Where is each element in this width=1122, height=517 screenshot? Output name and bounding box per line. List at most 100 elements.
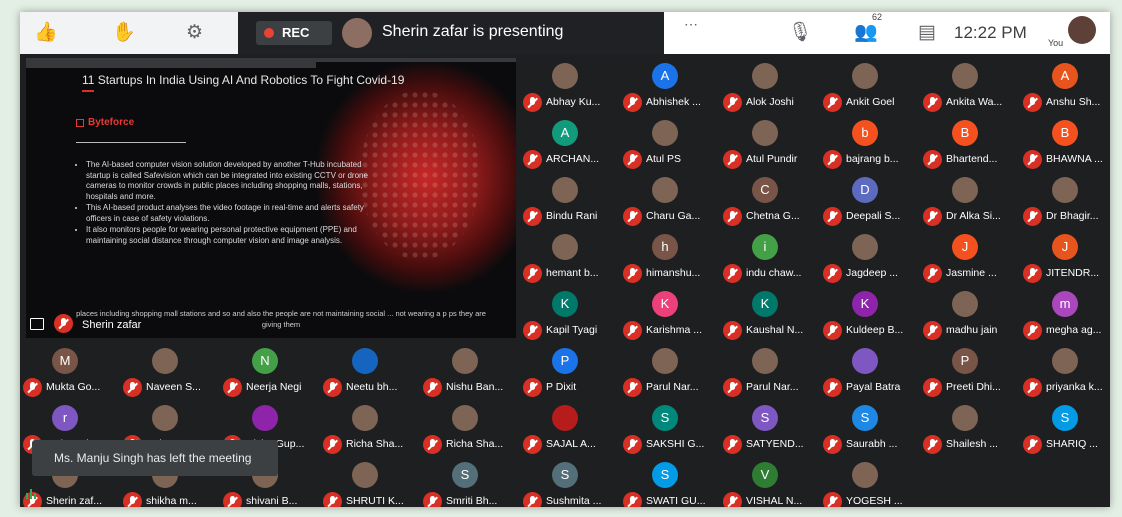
participant-tile[interactable]: B BHAWNA ...: [1023, 115, 1110, 172]
mic-muted-icon: [823, 150, 842, 169]
participant-tile[interactable]: S SHARIQ ...: [1023, 400, 1110, 457]
participant-name: Parul Nar...: [646, 381, 699, 393]
participant-tile[interactable]: m megha ag...: [1023, 286, 1110, 343]
participant-tile[interactable]: K Karishma ...: [623, 286, 723, 343]
participant-tile[interactable]: A Anshu Sh...: [1023, 58, 1110, 115]
participant-tile[interactable]: C Chetna G...: [723, 172, 823, 229]
participant-tile[interactable]: hemant b...: [523, 229, 623, 286]
recording-badge: REC: [256, 21, 332, 45]
mic-off-icon[interactable]: 🎙: [788, 21, 812, 45]
participant-avatar: N: [252, 348, 278, 374]
participant-avatar: [652, 348, 678, 374]
participant-avatar: S: [852, 405, 878, 431]
clock: 12:22 PM: [954, 23, 1027, 42]
participant-tile[interactable]: A Abhishek ...: [623, 58, 723, 115]
participant-tile[interactable]: Charu Ga...: [623, 172, 723, 229]
participant-tile[interactable]: P P Dixit: [523, 343, 623, 400]
participant-name: Chetna G...: [746, 210, 800, 222]
participant-tile[interactable]: Dr Bhagir...: [1023, 172, 1110, 229]
participant-tile[interactable]: D Deepali S...: [823, 172, 923, 229]
participant-tile[interactable]: Atul Pundir: [723, 115, 823, 172]
slide-bullet: It also monitors people for wearing pers…: [86, 225, 376, 246]
raise-hand-icon[interactable]: ✋: [112, 21, 136, 45]
mic-muted-icon: [423, 378, 442, 397]
participant-avatar: C: [752, 177, 778, 203]
self-avatar[interactable]: [1068, 16, 1096, 44]
participant-avatar: i: [752, 234, 778, 260]
participant-tile[interactable]: Alok Joshi: [723, 58, 823, 115]
participant-name: Jasmine ...: [946, 267, 997, 279]
presentation-tile[interactable]: 11 Startups In India Using AI And Roboti…: [26, 58, 516, 338]
participant-tile[interactable]: S SATYEND...: [723, 400, 823, 457]
top-bar: 👍 ✋ ⚙ REC Sherin zafar is presenting ⋯ 🎙…: [20, 12, 1110, 54]
participant-avatar: S: [652, 462, 678, 488]
participant-name: Neetu bh...: [346, 381, 398, 393]
thumbs-up-icon[interactable]: 👍: [34, 21, 58, 45]
participant-tile[interactable]: P Preeti Dhi...: [923, 343, 1023, 400]
mic-muted-icon: [323, 378, 342, 397]
participant-tile[interactable]: Richa Sha...: [323, 400, 423, 457]
participant-tile[interactable]: V VISHAL N...: [723, 457, 823, 507]
participant-tile[interactable]: Parul Nar...: [723, 343, 823, 400]
participant-name: madhu jain: [946, 324, 998, 336]
participant-tile[interactable]: Nishu Ban...: [423, 343, 523, 400]
participant-tile[interactable]: Parul Nar...: [623, 343, 723, 400]
participant-tile[interactable]: N Neerja Negi: [223, 343, 323, 400]
participant-avatar: [952, 63, 978, 89]
participant-tile[interactable]: h himanshu...: [623, 229, 723, 286]
participant-tile[interactable]: YOGESH ...: [823, 457, 923, 507]
mic-muted-icon: [923, 435, 942, 454]
chat-icon[interactable]: ▤: [918, 21, 936, 45]
participant-tile[interactable]: K Kuldeep B...: [823, 286, 923, 343]
participant-tile[interactable]: S SAKSHI G...: [623, 400, 723, 457]
people-icon[interactable]: 👥: [854, 21, 878, 45]
participant-tile[interactable]: Bindu Rani: [523, 172, 623, 229]
participant-tile[interactable]: madhu jain: [923, 286, 1023, 343]
participant-tile[interactable]: Ankit Goel: [823, 58, 923, 115]
participant-tile[interactable]: S Sushmita ...: [523, 457, 623, 507]
participant-tile[interactable]: J Jasmine ...: [923, 229, 1023, 286]
meeting-window: 👍 ✋ ⚙ REC Sherin zafar is presenting ⋯ 🎙…: [20, 12, 1110, 507]
participant-avatar: S: [552, 462, 578, 488]
participant-avatar: B: [952, 120, 978, 146]
participant-tile[interactable]: priyanka k...: [1023, 343, 1110, 400]
participant-tile[interactable]: K Kapil Tyagi: [523, 286, 623, 343]
participant-tile[interactable]: SAJAL A...: [523, 400, 623, 457]
participant-tile[interactable]: B Bhartend...: [923, 115, 1023, 172]
participant-tile[interactable]: Atul PS: [623, 115, 723, 172]
participant-name: Ankita Wa...: [946, 96, 1003, 108]
participant-tile[interactable]: J JITENDR...: [1023, 229, 1110, 286]
participant-tile[interactable]: M Mukta Go...: [23, 343, 123, 400]
participant-name: Richa Sha...: [346, 438, 404, 450]
participant-tile[interactable]: Payal Batra: [823, 343, 923, 400]
participant-avatar: P: [952, 348, 978, 374]
mic-muted-icon: [523, 264, 542, 283]
mic-muted-icon: [723, 93, 742, 112]
participant-tile[interactable]: Naveen S...: [123, 343, 223, 400]
participant-tile[interactable]: S SWATI GU...: [623, 457, 723, 507]
participant-tile[interactable]: S Saurabh ...: [823, 400, 923, 457]
more-options-icon[interactable]: ⋯: [684, 12, 698, 36]
participant-tile[interactable]: Richa Sha...: [423, 400, 523, 457]
participant-tile[interactable]: A ARCHAN...: [523, 115, 623, 172]
participant-tile[interactable]: SHRUTI K...: [323, 457, 423, 507]
participant-name: SHRUTI K...: [346, 495, 404, 507]
participant-name: Saurabh ...: [846, 438, 898, 450]
participant-tile[interactable]: Abhay Ku...: [523, 58, 623, 115]
gear-icon[interactable]: ⚙: [186, 21, 203, 45]
participant-avatar: [552, 177, 578, 203]
participant-tile[interactable]: Neetu bh...: [323, 343, 423, 400]
participant-tile[interactable]: b bajrang b...: [823, 115, 923, 172]
participant-tile[interactable]: S Smriti Bh...: [423, 457, 523, 507]
participant-tile[interactable]: Shailesh ...: [923, 400, 1023, 457]
participant-name: Preeti Dhi...: [946, 381, 1001, 393]
mic-muted-icon: [223, 378, 242, 397]
participant-tile[interactable]: i indu chaw...: [723, 229, 823, 286]
participant-tile[interactable]: Jagdeep ...: [823, 229, 923, 286]
mic-muted-icon: [623, 264, 642, 283]
participant-tile[interactable]: K Kaushal N...: [723, 286, 823, 343]
participant-tile[interactable]: Dr Alka Si...: [923, 172, 1023, 229]
participant-avatar: A: [552, 120, 578, 146]
participant-tile[interactable]: Ankita Wa...: [923, 58, 1023, 115]
participant-avatar: J: [952, 234, 978, 260]
